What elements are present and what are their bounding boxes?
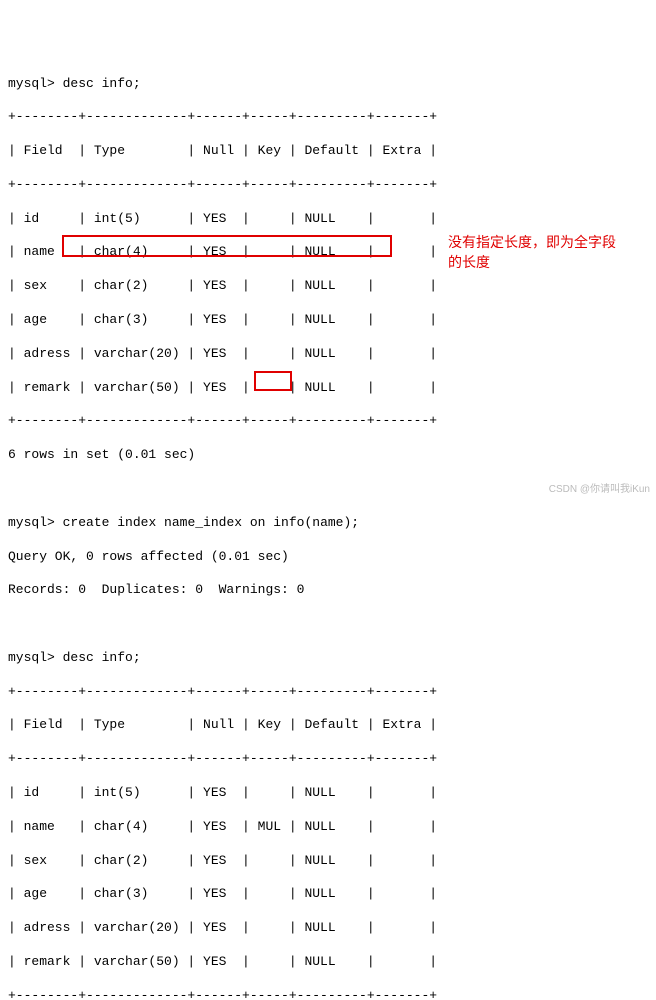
table-row: | remark | varchar(50) | YES | | NULL | … xyxy=(8,380,648,397)
table-border: +--------+-------------+------+-----+---… xyxy=(8,684,648,701)
query-ok: Query OK, 0 rows affected (0.01 sec) xyxy=(8,549,648,566)
table-row: | sex | char(2) | YES | | NULL | | xyxy=(8,278,648,295)
table-border: +--------+-------------+------+-----+---… xyxy=(8,413,648,430)
cmd-create-index: create index name_index on info(name); xyxy=(63,515,359,530)
annotation-no-length: 没有指定长度，即为全字段的长度 xyxy=(448,233,628,272)
row-count: 6 rows in set (0.01 sec) xyxy=(8,447,648,464)
prompt: mysql> xyxy=(8,515,55,530)
table-border: +--------+-------------+------+-----+---… xyxy=(8,109,648,126)
table-row: | id | int(5) | YES | | NULL | | xyxy=(8,785,648,802)
prompt: mysql> xyxy=(8,76,55,91)
table-row: | sex | char(2) | YES | | NULL | | xyxy=(8,853,648,870)
table-row: | adress | varchar(20) | YES | | NULL | … xyxy=(8,346,648,363)
cmd-desc2: desc info; xyxy=(63,650,141,665)
cmd-desc1: desc info; xyxy=(63,76,141,91)
table-header: | Field | Type | Null | Key | Default | … xyxy=(8,717,648,734)
table-row: | name | char(4) | YES | MUL | NULL | | xyxy=(8,819,648,836)
table-row: | id | int(5) | YES | | NULL | | xyxy=(8,211,648,228)
records-info: Records: 0 Duplicates: 0 Warnings: 0 xyxy=(8,582,648,599)
table-row: | age | char(3) | YES | | NULL | | xyxy=(8,312,648,329)
table-border: +--------+-------------+------+-----+---… xyxy=(8,177,648,194)
prompt: mysql> xyxy=(8,650,55,665)
table-row: | adress | varchar(20) | YES | | NULL | … xyxy=(8,920,648,937)
table-border: +--------+-------------+------+-----+---… xyxy=(8,988,648,1000)
table-border: +--------+-------------+------+-----+---… xyxy=(8,751,648,768)
watermark: CSDN @你请叫我iKun xyxy=(549,483,650,496)
table-row: | remark | varchar(50) | YES | | NULL | … xyxy=(8,954,648,971)
table-row: | age | char(3) | YES | | NULL | | xyxy=(8,886,648,903)
table-header: | Field | Type | Null | Key | Default | … xyxy=(8,143,648,160)
